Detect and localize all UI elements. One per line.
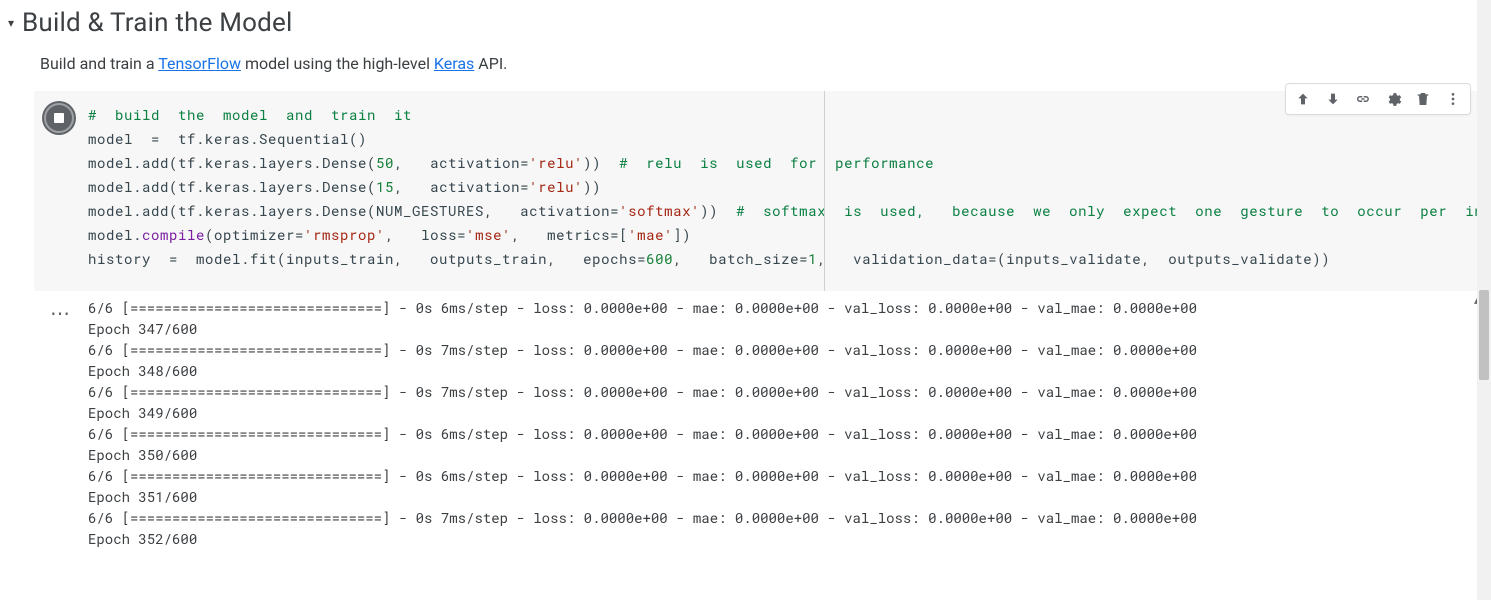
notebook-section: ▾ Build & Train the Model Build and trai… bbox=[0, 0, 1491, 549]
code-line: , loss= bbox=[385, 225, 466, 244]
more-vert-icon bbox=[1445, 91, 1461, 107]
code-line: model. bbox=[88, 225, 142, 244]
cell-toolbar bbox=[1285, 83, 1471, 115]
code-string: 'relu' bbox=[529, 177, 583, 196]
section-description: Build and train a TensorFlow model using… bbox=[8, 50, 1491, 91]
gear-icon bbox=[1385, 91, 1402, 108]
code-line: , batch_size= bbox=[673, 249, 808, 268]
keras-link[interactable]: Keras bbox=[434, 54, 474, 73]
arrow-down-icon bbox=[1325, 91, 1341, 107]
move-up-button[interactable] bbox=[1290, 86, 1316, 112]
code-comment: # build the model and train it bbox=[88, 105, 412, 124]
code-content[interactable]: # build the model and train it model = t… bbox=[88, 103, 1479, 271]
desc-text: API. bbox=[474, 54, 507, 73]
code-line: , validation_data=(inputs_validate, outp… bbox=[817, 249, 1330, 268]
code-line: , metrics=[ bbox=[511, 225, 628, 244]
collapse-icon[interactable]: ▾ bbox=[8, 16, 14, 30]
code-number: 1 bbox=[808, 249, 817, 268]
code-number: 15 bbox=[376, 177, 394, 196]
section-header: ▾ Build & Train the Model bbox=[8, 0, 1491, 50]
link-icon bbox=[1354, 90, 1372, 108]
code-string: 'mse' bbox=[466, 225, 511, 244]
code-input-area[interactable]: # build the model and train it model = t… bbox=[34, 91, 1491, 291]
code-line: (optimizer= bbox=[205, 225, 304, 244]
output-text: 6/6 [==============================] - 0… bbox=[88, 297, 1491, 549]
code-string: 'relu' bbox=[529, 153, 583, 172]
scrollbar-thumb[interactable] bbox=[1479, 290, 1489, 380]
code-string: 'softmax' bbox=[619, 201, 700, 220]
code-line: )) bbox=[583, 177, 601, 196]
code-number: 600 bbox=[646, 249, 673, 268]
page-scrollbar[interactable] bbox=[1477, 0, 1491, 600]
settings-button[interactable] bbox=[1380, 86, 1406, 112]
tensorflow-link[interactable]: TensorFlow bbox=[158, 54, 241, 73]
running-ring-icon bbox=[44, 103, 74, 133]
delete-button[interactable] bbox=[1410, 86, 1436, 112]
move-down-button[interactable] bbox=[1320, 86, 1346, 112]
code-comment: # softmax is used, because we only expec… bbox=[736, 201, 1491, 220]
trash-icon bbox=[1415, 91, 1431, 107]
cell-output: ⋯ 6/6 [==============================] -… bbox=[34, 291, 1491, 549]
code-line: )) bbox=[583, 153, 619, 172]
code-string: 'rmsprop' bbox=[304, 225, 385, 244]
code-string: 'mae' bbox=[628, 225, 673, 244]
code-line: , activation= bbox=[394, 153, 529, 172]
code-line: model.add(tf.keras.layers.Dense(NUM_GEST… bbox=[88, 201, 619, 220]
output-menu-button[interactable]: ⋯ bbox=[34, 297, 88, 325]
code-line: model.add(tf.keras.layers.Dense( bbox=[88, 153, 376, 172]
link-button[interactable] bbox=[1350, 86, 1376, 112]
code-line: history = model.fit(inputs_train, output… bbox=[88, 249, 646, 268]
more-button[interactable] bbox=[1440, 86, 1466, 112]
code-line: , activation= bbox=[394, 177, 529, 196]
code-ruler bbox=[824, 91, 825, 291]
desc-text: model using the high-level bbox=[241, 54, 434, 73]
section-title: Build & Train the Model bbox=[22, 8, 293, 38]
code-cell: # build the model and train it model = t… bbox=[34, 91, 1491, 549]
code-line: ]) bbox=[673, 225, 691, 244]
desc-text: Build and train a bbox=[40, 54, 158, 73]
code-line: )) bbox=[700, 201, 736, 220]
code-line: model = tf.keras.Sequential() bbox=[88, 129, 367, 148]
code-func: compile bbox=[142, 225, 205, 244]
code-comment: # relu is used for performance bbox=[619, 153, 934, 172]
code-line: model.add(tf.keras.layers.Dense( bbox=[88, 177, 376, 196]
arrow-up-icon bbox=[1295, 91, 1311, 107]
run-cell-button[interactable] bbox=[42, 101, 76, 135]
code-number: 50 bbox=[376, 153, 394, 172]
